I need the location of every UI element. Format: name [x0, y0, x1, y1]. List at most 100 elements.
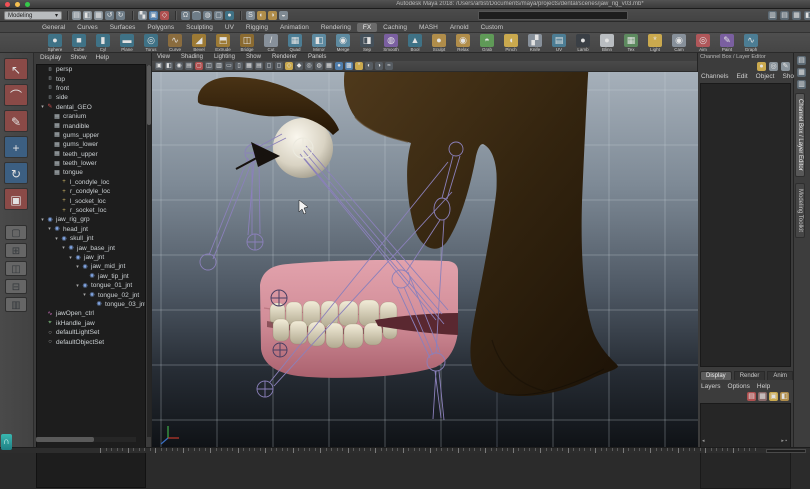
outliner-item-mandible[interactable]: ▦mandible: [37, 121, 145, 130]
expander-icon[interactable]: ▾: [67, 255, 74, 261]
save-scene-icon[interactable]: ▦: [94, 11, 103, 20]
outliner-item-l_condyle_loc[interactable]: +l_condyle_loc: [37, 178, 145, 187]
bridge-icon[interactable]: ◫Bridge: [236, 34, 258, 52]
grab-icon[interactable]: ◓Grab: [476, 34, 498, 52]
tab-render[interactable]: Render: [734, 371, 766, 380]
outliner-item-tongue_03_jnt[interactable]: ◉tongue_03_jnt: [37, 300, 145, 309]
menu-shading[interactable]: Shading: [181, 53, 203, 61]
poly-sphere-icon[interactable]: ●Sphere: [44, 34, 66, 52]
layout-persp-graph-icon[interactable]: ⊟: [5, 279, 27, 294]
smooth-icon[interactable]: ◍: [384, 34, 398, 47]
film-gate-icon[interactable]: ▭: [225, 62, 233, 70]
poly-torus-icon[interactable]: ◎Torus: [140, 34, 162, 52]
snap-grid-icon[interactable]: Ω: [181, 11, 190, 20]
tab-display[interactable]: Display: [700, 371, 732, 380]
outliner-item-l_socket_loc[interactable]: +l_socket_loc: [37, 196, 145, 205]
xray-icon[interactable]: ◍: [315, 62, 323, 70]
menu-channels[interactable]: Channels: [701, 73, 728, 80]
tab-curves[interactable]: Curves: [71, 23, 104, 32]
bevel-icon[interactable]: ◢: [192, 34, 206, 47]
tab-surfaces[interactable]: Surfaces: [104, 23, 142, 32]
expander-icon[interactable]: ▾: [60, 245, 67, 251]
quick-input-field[interactable]: [478, 11, 628, 20]
2d-pan-zoom-icon[interactable]: ◫: [205, 62, 213, 70]
bookmark-icon[interactable]: ▤: [185, 62, 193, 70]
ipr-render-icon[interactable]: ◑: [268, 11, 277, 20]
tab-uv[interactable]: UV: [219, 23, 240, 32]
expander-icon[interactable]: ▾: [39, 217, 46, 223]
tab-animation[interactable]: Animation: [274, 23, 315, 32]
undo-icon[interactable]: ↺: [105, 11, 114, 20]
quad-draw-icon[interactable]: ▦: [288, 34, 302, 47]
tab-channel-box-layer-editor[interactable]: Channel Box / Layer Editor: [795, 93, 805, 177]
multicut-icon[interactable]: /Cut: [260, 34, 282, 52]
light-icon[interactable]: *: [648, 34, 662, 47]
aim-icon[interactable]: ◎Aim: [692, 34, 714, 52]
smooth-icon[interactable]: ◍Smooth: [380, 34, 402, 52]
safe-title-icon[interactable]: ◻: [275, 62, 283, 70]
extrude-icon[interactable]: ⬒Extrude: [212, 34, 234, 52]
outliner-item-teeth_upper[interactable]: ▦teeth_upper: [37, 150, 145, 159]
snap-point-icon[interactable]: ◍: [203, 11, 212, 20]
outliner-item-jawOpen_ctrl[interactable]: ∿jawOpen_ctrl: [37, 309, 145, 318]
lock-camera-icon[interactable]: ◧: [165, 62, 173, 70]
outliner-item-tongue_02_jnt[interactable]: ▾◉tongue_02_jnt: [37, 290, 145, 299]
wireframe-icon[interactable]: ▦: [325, 62, 333, 70]
outliner-item-teeth_lower[interactable]: ▦teeth_lower: [37, 159, 145, 168]
tab-caching[interactable]: Caching: [377, 23, 413, 32]
camera-attributes-icon[interactable]: ◉: [175, 62, 183, 70]
outliner-item-head_jnt[interactable]: ▾◉head_jnt: [37, 225, 145, 234]
frame-selected-icon[interactable]: ◆: [295, 62, 303, 70]
tab-anim[interactable]: Anim: [767, 371, 793, 380]
menu-object[interactable]: Object: [756, 73, 775, 80]
tab-general[interactable]: General: [36, 23, 71, 32]
mirror-icon[interactable]: ◧: [312, 34, 326, 47]
outliner-item-gums_upper[interactable]: ▦gums_upper: [37, 131, 145, 140]
tab-fx[interactable]: FX: [357, 23, 377, 32]
poly-cylinder-icon[interactable]: ▮Cyl: [92, 34, 114, 52]
blinn-icon[interactable]: ●Blinn: [596, 34, 618, 52]
snap-curve-icon[interactable]: ⌒: [192, 11, 201, 20]
expander-icon[interactable]: ▾: [53, 236, 60, 242]
anti-alias-icon[interactable]: ≈: [385, 62, 393, 70]
menu-panels[interactable]: Panels: [308, 53, 326, 61]
workspace-icon[interactable]: ◧: [804, 11, 810, 20]
layer-save-icon[interactable]: ▤: [747, 392, 756, 401]
knife-icon[interactable]: ▞: [528, 34, 542, 47]
redo-icon[interactable]: ↻: [116, 11, 125, 20]
relax-icon[interactable]: ◉: [456, 34, 470, 47]
channel-list-area[interactable]: [700, 83, 791, 367]
outliner-item-tongue_01_jnt[interactable]: ▾◉tongue_01_jnt: [37, 281, 145, 290]
menuset-dropdown[interactable]: Modeling ▾: [4, 11, 62, 20]
bridge-icon[interactable]: ◫: [240, 34, 254, 47]
open-scene-icon[interactable]: ◧: [83, 11, 92, 20]
blinn-icon[interactable]: ●: [600, 34, 614, 47]
texture-icon[interactable]: ▦: [624, 34, 638, 47]
title-bar[interactable]: Autodesk Maya 2018: /Users/artist/Docume…: [0, 0, 810, 9]
outliner-item-gums_lower[interactable]: ▦gums_lower: [37, 140, 145, 149]
separate-icon[interactable]: ◨: [360, 34, 374, 47]
menu-lighting[interactable]: Lighting: [214, 53, 235, 61]
perspective-viewport[interactable]: ViewShadingLightingShowRendererPanels ▣◧…: [152, 53, 698, 447]
boolean-icon[interactable]: ▲Bool: [404, 34, 426, 52]
menu-show[interactable]: Show: [246, 53, 261, 61]
lambert-icon[interactable]: ●Lamb: [572, 34, 594, 52]
sculpt-icon[interactable]: ●: [432, 34, 446, 47]
paint-icon[interactable]: ✎Paint: [716, 34, 738, 52]
uv-editor-icon[interactable]: ▤UV: [548, 34, 570, 52]
shaded-icon[interactable]: ●: [335, 62, 343, 70]
outliner-horizontal-scroll-thumb[interactable]: [36, 437, 94, 442]
sculpt-icon[interactable]: ●Sculpt: [428, 34, 450, 52]
menu-layers[interactable]: Layers: [701, 383, 721, 390]
new-scene-icon[interactable]: ▤: [72, 11, 81, 20]
outliner-item-side[interactable]: ¤side: [37, 93, 145, 102]
textured-icon[interactable]: ▩: [345, 62, 353, 70]
outliner-item-r_socket_loc[interactable]: +r_socket_loc: [37, 206, 145, 215]
bevel-icon[interactable]: ◢Bevel: [188, 34, 210, 52]
tab-polygons[interactable]: Polygons: [141, 23, 180, 32]
oversscan-icon[interactable]: ▥: [215, 62, 223, 70]
outliner-item-cranium[interactable]: ▦cranium: [37, 112, 145, 121]
expander-icon[interactable]: ▾: [74, 283, 81, 289]
outliner-item-defaultObjectSet[interactable]: ○defaultObjectSet: [37, 337, 145, 346]
outliner-list[interactable]: ¤persp¤top¤front¤side▾✎dental_GEO▦craniu…: [36, 64, 146, 488]
